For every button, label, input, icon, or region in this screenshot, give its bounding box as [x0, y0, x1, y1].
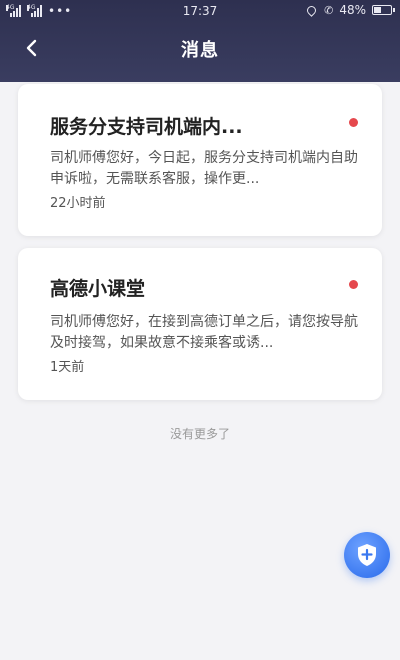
- unread-dot: [349, 118, 358, 127]
- message-card-2[interactable]: 高德小课堂 司机师傅您好，在接到高德订单之后，请您按导航及时接驾，如果故意不接乘…: [18, 248, 382, 400]
- nav-bar: 消息: [0, 30, 400, 66]
- status-bar: 4G 4G ••• 17:37 ✆ 48%: [0, 0, 400, 22]
- location-icon: [305, 3, 318, 17]
- battery-icon: [372, 5, 395, 15]
- message-title: 高德小课堂: [50, 278, 146, 300]
- battery-fill: [374, 7, 381, 13]
- message-title: 服务分支持司机端内...: [50, 116, 243, 138]
- header: 4G 4G ••• 17:37 ✆ 48% 消息: [0, 0, 400, 82]
- screen: 4G 4G ••• 17:37 ✆ 48% 消息 服务分支持司机端内... 司机…: [0, 0, 400, 660]
- hd-call-icon: ✆: [324, 3, 334, 17]
- message-time: 22小时前: [50, 196, 106, 211]
- shield-plus-icon: [358, 544, 376, 566]
- status-right: ✆ 48%: [305, 3, 395, 17]
- message-card-1[interactable]: 服务分支持司机端内... 司机师傅您好，今日起，服务分支持司机端内自助申诉啦，无…: [18, 84, 382, 236]
- battery-text: 48%: [339, 3, 366, 17]
- page-title: 消息: [181, 40, 219, 61]
- message-time: 1天前: [50, 360, 85, 375]
- message-body: 司机师傅您好，在接到高德订单之后，请您按导航及时接驾，如果故意不接乘客或诱...: [50, 314, 358, 351]
- message-body: 司机师傅您好，今日起，服务分支持司机端内自助申诉啦，无需联系客服，操作更...: [50, 150, 358, 187]
- shield-fab-button[interactable]: [344, 532, 390, 578]
- unread-dot: [349, 280, 358, 289]
- no-more-label: 没有更多了: [169, 427, 230, 441]
